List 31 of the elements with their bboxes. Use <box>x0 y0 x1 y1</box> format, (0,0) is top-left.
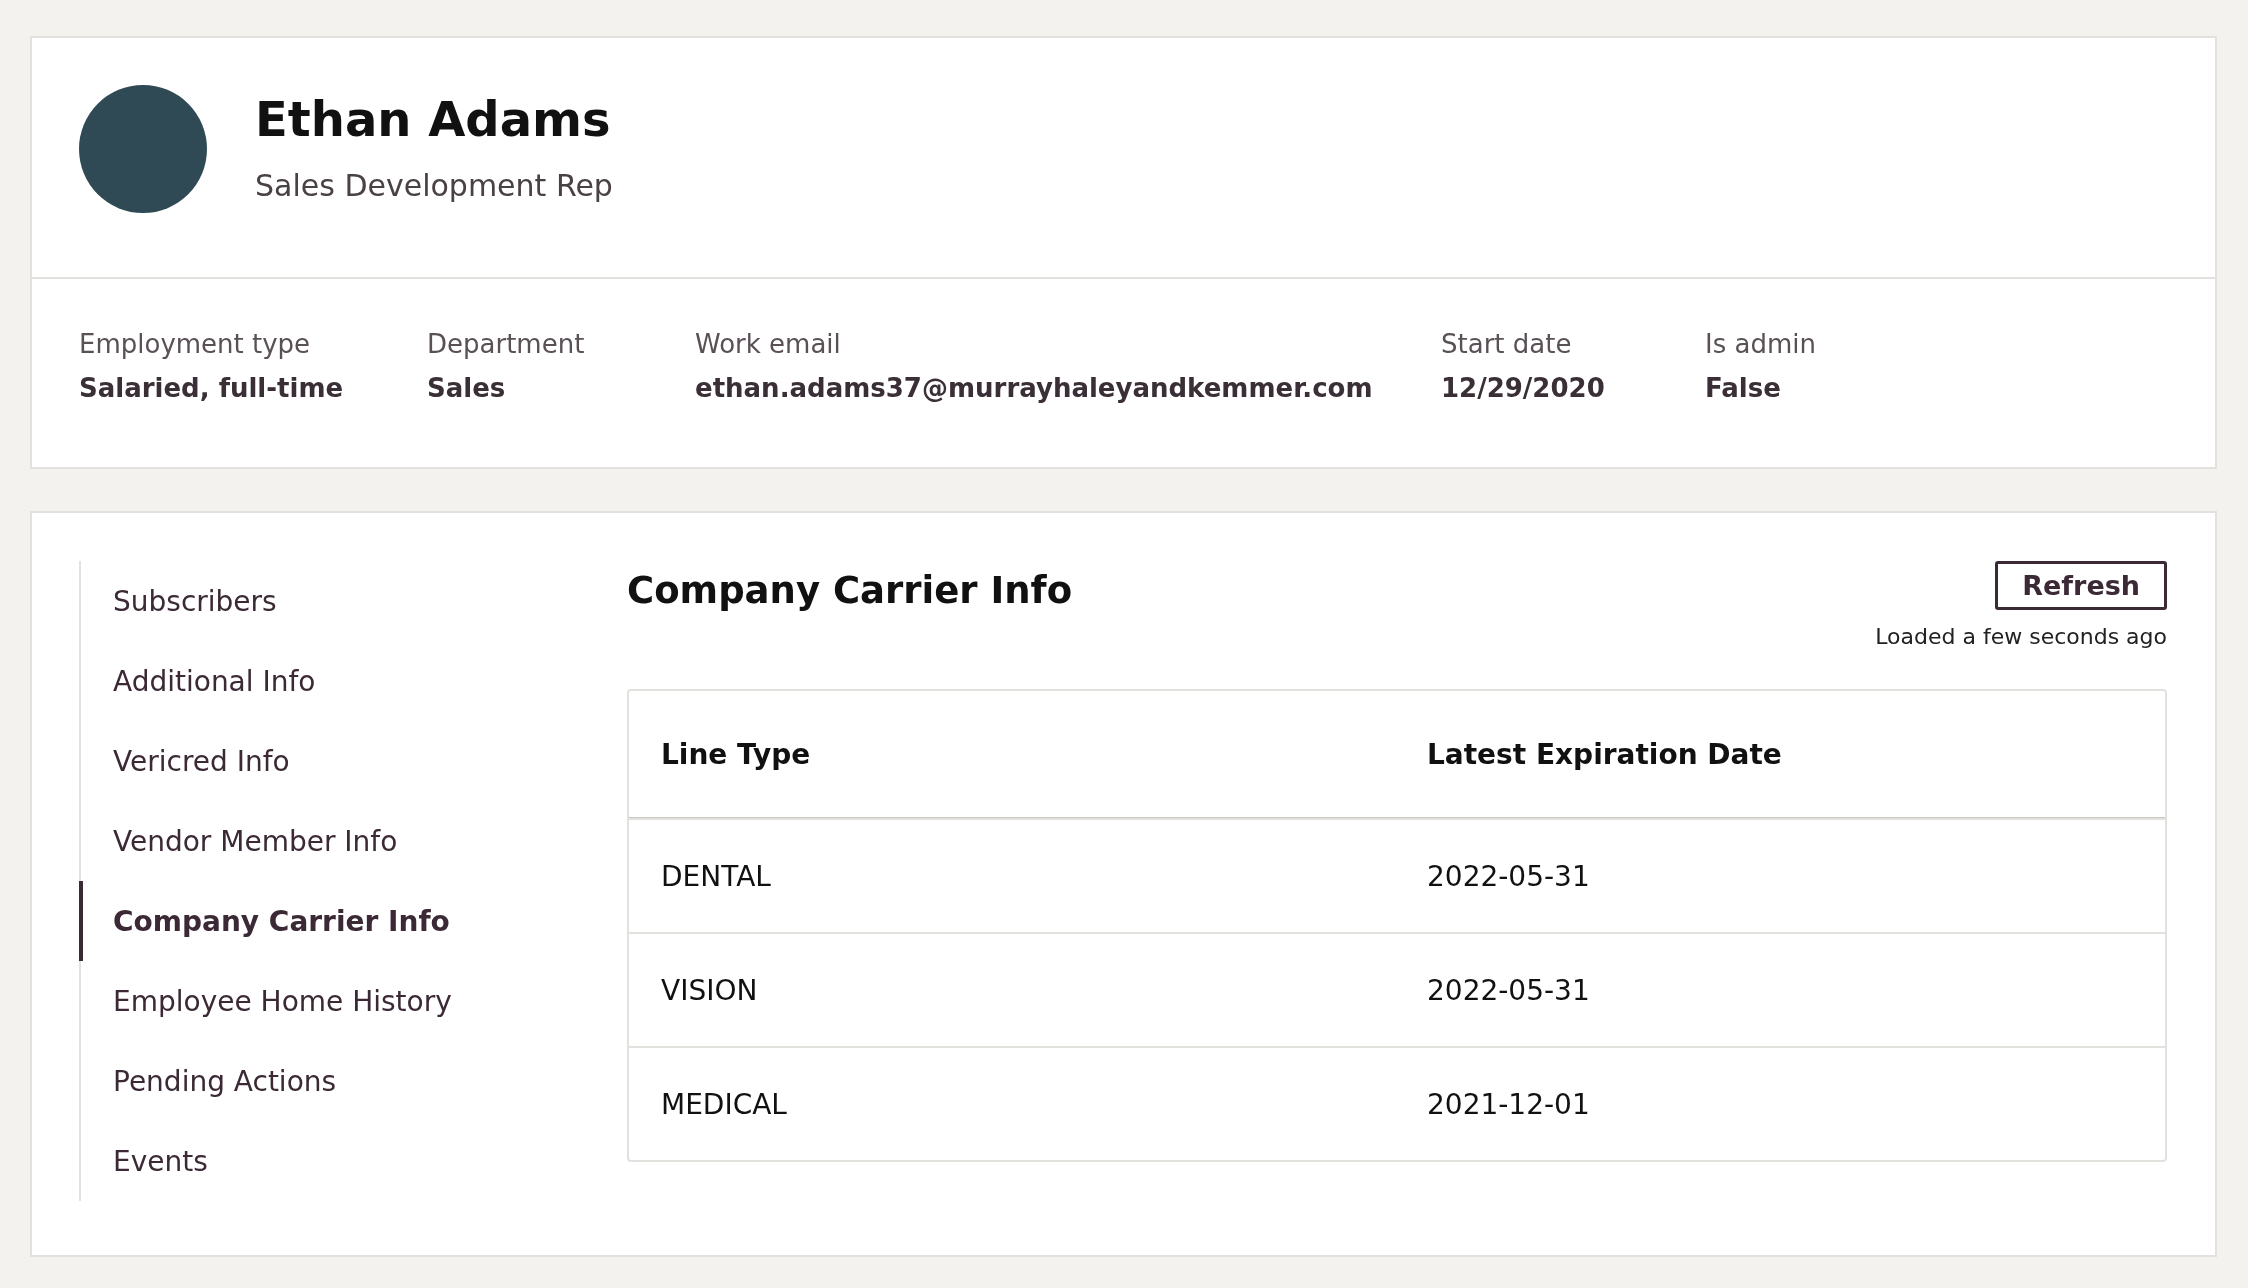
column-header: Latest Expiration Date <box>1426 737 1783 771</box>
detail-label: Start date <box>1441 329 1573 359</box>
table-cell-text: 2022-05-31 <box>1426 859 1591 893</box>
loaded-status: Loaded a few seconds ago <box>1875 624 2167 649</box>
table-cell-text: 2022-05-31 <box>1426 973 1591 1007</box>
sidebar-item[interactable]: Vericred Info <box>79 721 627 801</box>
sidebar-item[interactable]: Subscribers <box>79 561 627 641</box>
table-cell-text: VISION <box>660 973 759 1007</box>
sidebar-item[interactable]: Pending Actions <box>79 1041 627 1121</box>
sidebar-item[interactable]: Vendor Member Info <box>79 801 627 881</box>
sidebar-item[interactable]: Additional Info <box>79 641 627 721</box>
column-header: Line Type <box>660 737 812 771</box>
table-cell-text: 2021-12-01 <box>1426 1087 1591 1121</box>
detail-value: Sales <box>427 373 507 403</box>
sidebar-item[interactable]: Events <box>79 1121 627 1201</box>
detail-value: ethan.adams37@murrayhaleyandkemmer.com <box>695 373 1374 403</box>
detail-value: False <box>1705 373 1782 403</box>
table-cell-text: DENTAL <box>660 859 772 893</box>
detail-value: 12/29/2020 <box>1441 373 1606 403</box>
detail-value: Salaried, full-time <box>79 373 345 403</box>
detail-label: Employment type <box>79 329 312 359</box>
employee-name: Ethan Adams <box>255 93 612 146</box>
job-title: Sales Development Rep <box>255 167 613 203</box>
sidebar-item[interactable]: Company Carrier Info <box>79 881 627 961</box>
table-cell-text: MEDICAL <box>660 1087 788 1121</box>
sidebar-item[interactable]: Employee Home History <box>79 961 627 1041</box>
detail-label: Is admin <box>1705 329 1817 359</box>
detail-label: Department <box>427 329 586 359</box>
refresh-button[interactable]: Refresh <box>1995 561 2167 610</box>
detail-label: Work email <box>695 329 842 359</box>
section-title: Company Carrier Info <box>627 569 1073 612</box>
